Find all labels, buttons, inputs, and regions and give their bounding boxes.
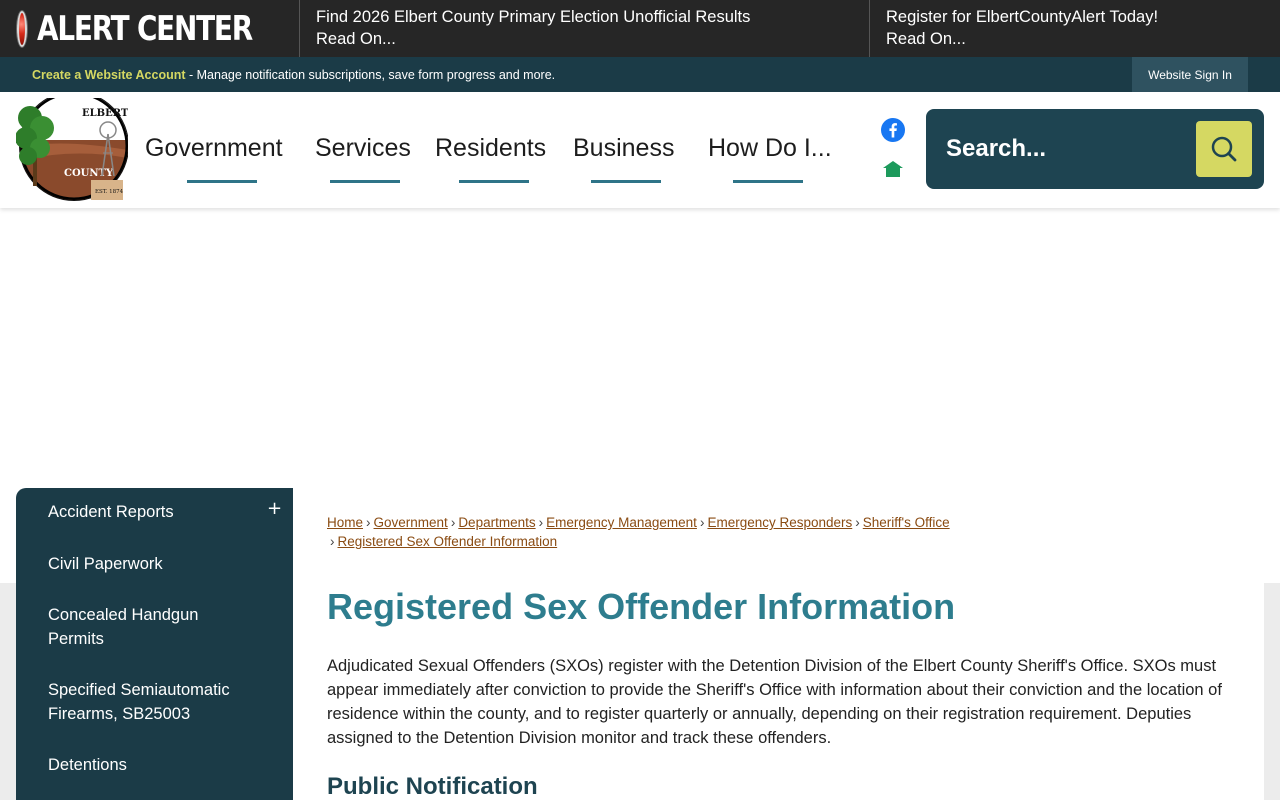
breadcrumb-emergency-responders[interactable]: Emergency Responders xyxy=(707,515,852,530)
expand-plus-icon[interactable]: + xyxy=(267,498,282,519)
page-title: Registered Sex Offender Information xyxy=(327,586,956,627)
section-sidebar: Accident Reports + Civil Paperwork Conce… xyxy=(16,488,293,800)
breadcrumb-current-page[interactable]: Registered Sex Offender Information xyxy=(338,534,558,549)
account-bar: Create a Website Account - Manage notifi… xyxy=(0,57,1280,92)
logo-bottom-text: COUNTY xyxy=(64,168,114,179)
breadcrumb-departments[interactable]: Departments xyxy=(458,515,535,530)
breadcrumb-emergency-management[interactable]: Emergency Management xyxy=(546,515,697,530)
account-description: - Manage notification subscriptions, sav… xyxy=(185,67,556,82)
breadcrumb-separator: › xyxy=(855,515,860,530)
breadcrumb-government[interactable]: Government xyxy=(374,515,448,530)
nav-residents[interactable]: Residents xyxy=(435,134,546,163)
search-icon xyxy=(1211,136,1237,162)
county-logo[interactable]: ELBERT COUNTY EST. 1874 xyxy=(16,98,128,202)
alert-center-brand[interactable]: ALERT CENTER xyxy=(0,0,300,57)
search-button[interactable] xyxy=(1196,121,1252,177)
breadcrumb: Home › Government › Departments › Emergency Ma… xyxy=(327,513,1047,551)
sidebar-item-accident-reports[interactable]: Accident Reports xyxy=(48,500,258,524)
breadcrumb-home[interactable]: Home xyxy=(327,515,363,530)
alert-item-headline: Find 2026 Elbert County Primary Election… xyxy=(316,8,751,26)
breadcrumb-separator: › xyxy=(330,534,335,549)
sidebar-item-civil-paperwork[interactable]: Civil Paperwork xyxy=(48,552,258,576)
alert-center-title: ALERT CENTER xyxy=(36,8,253,49)
nav-how-do-i[interactable]: How Do I... xyxy=(708,134,832,163)
nav-business[interactable]: Business xyxy=(573,134,674,163)
nextdoor-home-icon[interactable] xyxy=(882,160,904,178)
alert-light-icon xyxy=(17,10,27,47)
breadcrumb-separator: › xyxy=(366,515,371,530)
logo-top-text: ELBERT xyxy=(82,108,128,119)
account-message: Create a Website Account - Manage notifi… xyxy=(32,68,555,82)
breadcrumb-sheriffs-office[interactable]: Sheriff's Office xyxy=(863,515,950,530)
main-content: Home › Government › Departments › Emergency Ma… xyxy=(293,488,1264,800)
alert-item-register[interactable]: Register for ElbertCountyAlert Today! Re… xyxy=(870,0,1280,57)
breadcrumb-separator: › xyxy=(538,515,544,530)
logo-est-text: EST. 1874 xyxy=(95,189,124,195)
alert-item-headline: Register for ElbertCountyAlert Today! xyxy=(886,8,1159,26)
nav-government-underline xyxy=(187,180,257,183)
alert-item-election[interactable]: Find 2026 Elbert County Primary Election… xyxy=(300,0,870,57)
nav-residents-underline xyxy=(459,180,529,183)
alert-item-read-on-link[interactable]: Read On... xyxy=(316,28,853,50)
alert-item-read-on-link[interactable]: Read On... xyxy=(886,28,1264,50)
search-box xyxy=(926,109,1264,189)
intro-paragraph: Adjudicated Sexual Offenders (SXOs) regi… xyxy=(327,657,1222,747)
nav-government[interactable]: Government xyxy=(145,134,283,163)
nav-services-underline xyxy=(330,180,400,183)
search-input[interactable] xyxy=(946,131,1176,167)
create-account-link[interactable]: Create a Website Account xyxy=(32,68,186,82)
sidebar-item-specified-semiautomatic-firearms[interactable]: Specified Semiautomatic Firearms, SB2500… xyxy=(48,678,258,726)
website-sign-in-button[interactable]: Website Sign In xyxy=(1132,57,1248,92)
alert-bar: ALERT CENTER Find 2026 Elbert County Pri… xyxy=(0,0,1280,57)
nav-services[interactable]: Services xyxy=(315,134,411,163)
breadcrumb-separator: › xyxy=(699,515,705,530)
breadcrumb-separator: › xyxy=(450,515,456,530)
facebook-icon[interactable] xyxy=(881,118,905,142)
nav-how-do-i-underline xyxy=(733,180,803,183)
section-heading-public-notification: Public Notification xyxy=(327,773,538,800)
site-header: ELBERT COUNTY EST. 1874 Government Servi… xyxy=(0,92,1280,208)
nav-business-underline xyxy=(591,180,661,183)
sidebar-item-detentions[interactable]: Detentions xyxy=(48,753,258,777)
sidebar-item-concealed-handgun-permits[interactable]: Concealed Handgun Permits xyxy=(48,603,258,651)
